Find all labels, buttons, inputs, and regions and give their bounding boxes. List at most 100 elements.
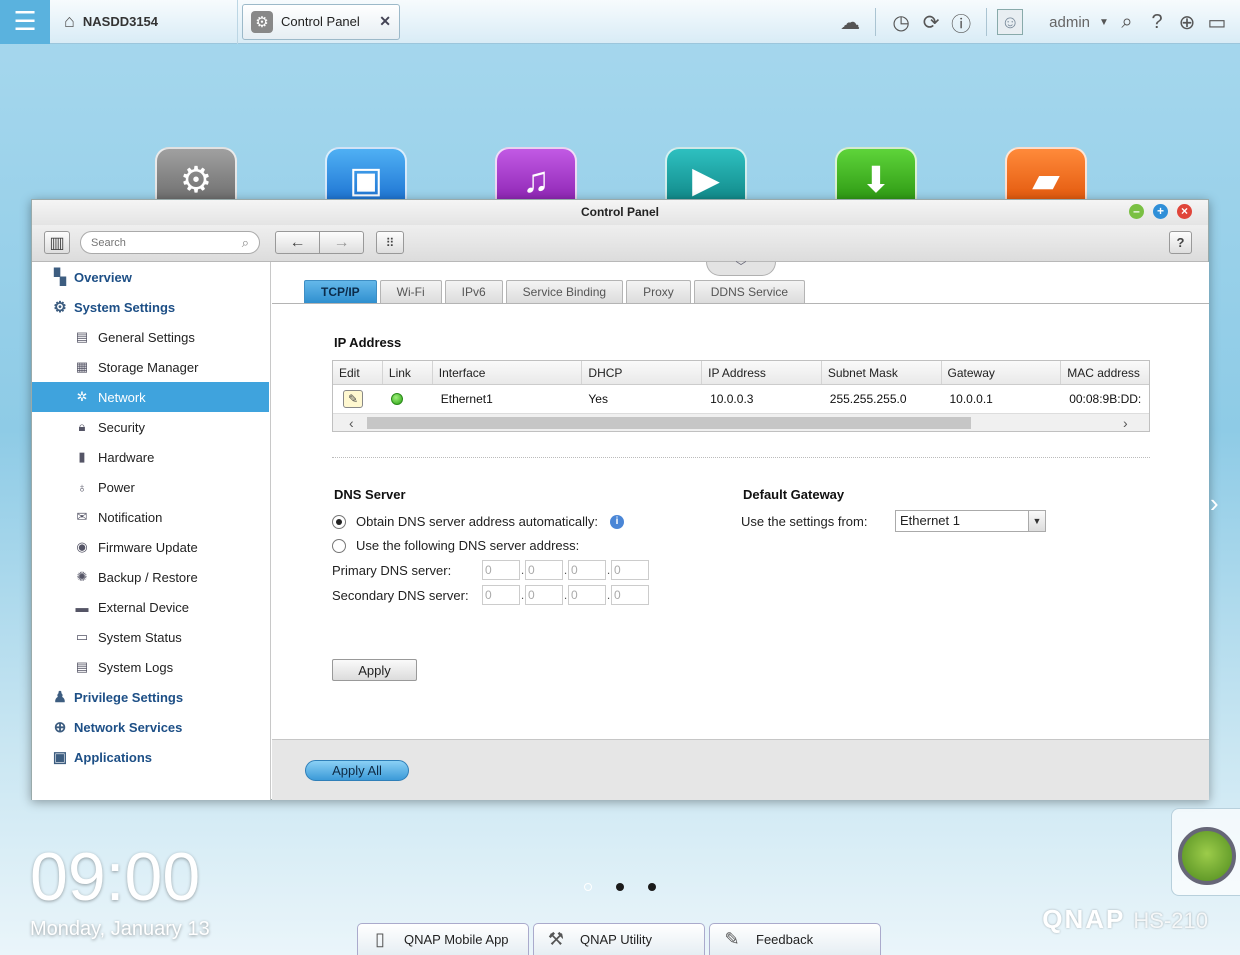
table-row[interactable]: ✎ Ethernet1 Yes 10.0.0.3 255.255.255.0 1… [333, 385, 1149, 413]
sidebar-item-privilege-settings[interactable]: ♟ Privilege Settings [32, 682, 270, 712]
sidebar-item-hardware[interactable]: ▮ Hardware [32, 442, 270, 472]
edit-icon[interactable]: ✎ [343, 390, 363, 408]
sidebar-item-system-status[interactable]: ▭ System Status [32, 622, 270, 652]
page-dot[interactable] [616, 883, 624, 891]
primary-dns-octet-3[interactable] [568, 560, 606, 580]
sidebar-item-storage-manager[interactable]: ▦ Storage Manager [32, 352, 270, 382]
page-dot[interactable] [584, 883, 592, 891]
sidebar-item-network[interactable]: ✲ Network [32, 382, 269, 412]
column-header[interactable]: Gateway [942, 361, 1062, 384]
sidebar-item-system-logs[interactable]: ▤ System Logs [32, 652, 270, 682]
secondary-dns-octet-4[interactable] [611, 585, 649, 605]
chevron-down-icon[interactable]: ▼ [1028, 511, 1045, 531]
primary-dns-octet-1[interactable] [482, 560, 520, 580]
monitor-icon[interactable]: ▭ [1202, 10, 1232, 35]
clock-icon[interactable]: ◷ [886, 10, 916, 35]
music-station-app[interactable]: ♫ [495, 147, 577, 207]
dock-item-feedback[interactable]: ✎ Feedback [709, 923, 881, 955]
sidebar-item-external-device[interactable]: ▬ External Device [32, 592, 270, 622]
dock-item-qnap-utility[interactable]: ⚒ QNAP Utility [533, 923, 705, 955]
sidebar-item-security[interactable]: 🔒︎ Security [32, 412, 270, 442]
sidebar-item-system-settings[interactable]: ⚙ System Settings [32, 292, 270, 322]
dns-manual-radio[interactable] [332, 538, 346, 553]
video-station-app[interactable]: ▶ [665, 147, 747, 207]
search-icon[interactable]: ⌕ [1112, 11, 1142, 34]
sidebar-item-label: External Device [98, 599, 190, 615]
sidebar-item-general-settings[interactable]: ▤ General Settings [32, 322, 270, 352]
page-dot[interactable] [648, 883, 656, 891]
music-icon: ♫ [522, 159, 550, 200]
search-box[interactable]: ⌕ [80, 231, 260, 254]
column-header[interactable]: Subnet Mask [822, 361, 942, 384]
column-header[interactable]: Interface [433, 361, 583, 384]
dock-item-label: QNAP Mobile App [404, 932, 509, 947]
primary-dns-octet-2[interactable] [525, 560, 563, 580]
sidebar-item-backup-restore[interactable]: ✺ Backup / Restore [32, 562, 270, 592]
tab-ipv6[interactable]: IPv6 [444, 280, 503, 303]
dock-item-qnap-mobile-app[interactable]: ▯ QNAP Mobile App [357, 923, 529, 955]
gateway-select[interactable]: Ethernet 1 ▼ [895, 510, 1046, 532]
dns-auto-option[interactable]: Obtain DNS server address automatically:… [332, 514, 625, 529]
sidebar-item-firmware-update[interactable]: ◉ Firmware Update [32, 532, 270, 562]
user-icon[interactable]: ☺ [997, 9, 1024, 35]
tab-wi-fi[interactable]: Wi-Fi [379, 280, 442, 303]
footer-bar: Apply All [272, 739, 1209, 800]
back-button[interactable]: ← [275, 231, 320, 254]
home-tab[interactable]: ⌂ NASDD3154 [50, 0, 238, 44]
info-icon[interactable]: i [610, 514, 625, 529]
window-title-bar[interactable]: Control Panel – + × [32, 200, 1208, 225]
close-icon[interactable]: × [1177, 204, 1192, 219]
sidebar-item-overview[interactable]: ▚ Overview [32, 262, 270, 292]
download-station-app[interactable]: ⬇ [835, 147, 917, 207]
tab-service-binding[interactable]: Service Binding [505, 280, 624, 303]
info-icon[interactable]: ⓘ [946, 8, 976, 37]
column-header[interactable]: Link [383, 361, 433, 384]
column-header[interactable]: MAC address [1061, 361, 1149, 384]
secondary-dns-octet-3[interactable] [568, 585, 606, 605]
photo-station-app[interactable]: ▣ [325, 147, 407, 207]
cloud-icon[interactable]: ☁ [835, 10, 865, 35]
control-panel-app[interactable]: ⚙ [155, 147, 237, 207]
minimize-icon[interactable]: – [1129, 204, 1144, 219]
sync-icon[interactable]: ⟳ [916, 10, 946, 35]
user-name[interactable]: admin [1049, 14, 1090, 31]
sidebar-item-applications[interactable]: ▣ Applications [32, 742, 270, 772]
globe-icon[interactable]: ⊕ [1172, 10, 1202, 35]
column-header[interactable]: Edit [333, 361, 383, 384]
help-button[interactable]: ? [1169, 231, 1192, 254]
resource-monitor-widget[interactable] [1171, 808, 1240, 896]
help-icon[interactable]: ? [1142, 11, 1172, 34]
scroll-left-icon[interactable]: ‹ [349, 414, 354, 431]
tab-ddns-service[interactable]: DDNS Service [693, 280, 806, 303]
chevron-down-icon[interactable]: ▼ [1096, 17, 1112, 28]
sidebar-toggle-button[interactable]: ▥ [44, 231, 70, 254]
file-station-app[interactable]: ▰ [1005, 147, 1087, 207]
tab-proxy[interactable]: Proxy [626, 280, 691, 303]
apps-grid-button[interactable]: ⠿ [376, 231, 404, 254]
apply-button[interactable]: Apply [332, 659, 417, 681]
sidebar-item-label: System Logs [98, 659, 174, 675]
apply-all-button[interactable]: Apply All [305, 760, 409, 781]
secondary-dns-octet-1[interactable] [482, 585, 520, 605]
forward-button[interactable]: → [319, 231, 364, 254]
sidebar-item-power[interactable]: ♁ Power [32, 472, 270, 502]
scroll-right-icon[interactable]: › [1123, 414, 1128, 431]
next-page-arrow-icon[interactable]: › [1210, 488, 1219, 519]
horizontal-scrollbar[interactable]: ‹ › [333, 413, 1149, 431]
tab-tcp-ip[interactable]: TCP/IP [304, 280, 377, 303]
sidebar-item-notification[interactable]: ✉ Notification [32, 502, 270, 532]
primary-dns-octet-4[interactable] [611, 560, 649, 580]
dns-auto-radio[interactable] [332, 514, 346, 529]
search-input[interactable] [91, 236, 231, 249]
sidebar-item-network-services[interactable]: ⊕ Network Services [32, 712, 270, 742]
main-menu-button[interactable]: ☰ [0, 0, 50, 44]
control-panel-tab[interactable]: ⚙ Control Panel ✕ [242, 3, 400, 40]
secondary-dns-octet-2[interactable] [525, 585, 563, 605]
maximize-icon[interactable]: + [1153, 204, 1168, 219]
close-tab-icon[interactable]: ✕ [379, 13, 391, 30]
column-header[interactable]: IP Address [702, 361, 822, 384]
scroll-thumb[interactable] [367, 417, 971, 429]
dns-manual-option[interactable]: Use the following DNS server address: [332, 538, 579, 553]
column-header[interactable]: DHCP [582, 361, 703, 384]
collapse-tab[interactable]: ﹀ [706, 262, 776, 276]
